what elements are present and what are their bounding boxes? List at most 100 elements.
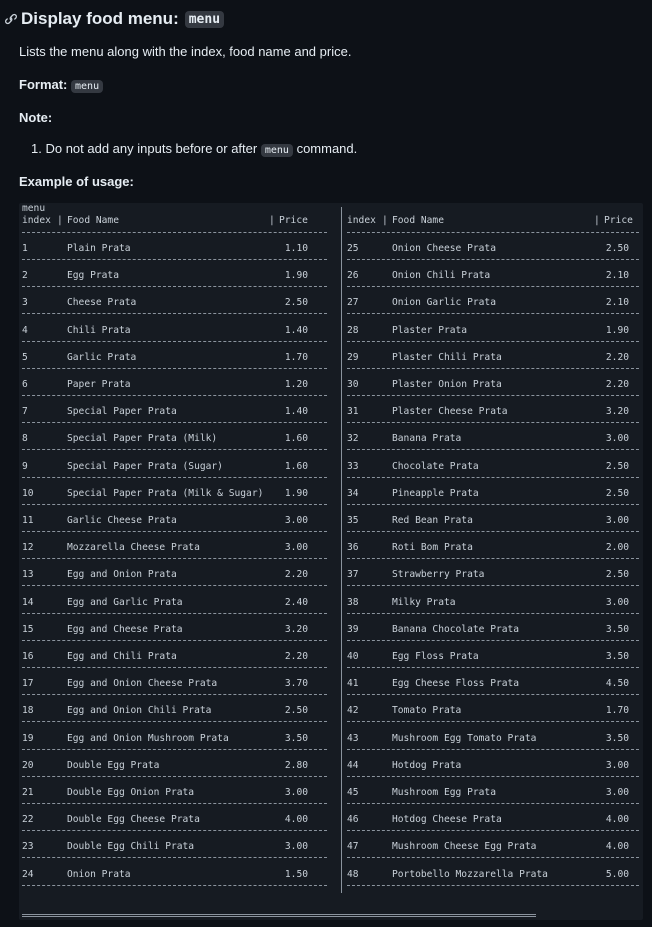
left-menu-index: 22	[22, 814, 34, 826]
left-menu-price: 1.60	[284, 433, 308, 445]
left-menu-price: 1.50	[284, 868, 308, 880]
right-menu-price: 3.00	[605, 787, 629, 798]
right-menu-food-name: Hotdog Cheese Prata	[392, 814, 502, 826]
right-menu-food-name: Mushroom Egg Tomato Prata	[392, 732, 537, 744]
note-item-text-before: Do not add any inputs before or after	[45, 141, 258, 156]
left-menu-price: 3.70	[284, 678, 308, 690]
right-menu-price: 2.50	[605, 460, 629, 472]
closing-rule	[22, 914, 536, 917]
left-menu-price: 1.90	[284, 270, 308, 282]
link-icon[interactable]	[4, 12, 18, 26]
left-row-rule	[22, 884, 327, 886]
left-menu-food-name: Egg and Cheese Prata	[67, 623, 183, 635]
format-label: Format:	[19, 77, 68, 92]
left-menu-food-name: Egg and Onion Cheese Prata	[67, 678, 218, 690]
left-menu-food-name: Garlic Cheese Prata	[67, 515, 177, 526]
left-menu-price: 2.40	[284, 596, 308, 608]
right-menu-price: 3.20	[605, 406, 629, 418]
right-row-rule	[347, 313, 639, 315]
right-row-rule	[347, 612, 639, 614]
right-menu-price: 2.10	[605, 297, 629, 309]
right-menu-price: 2.50	[605, 243, 629, 254]
example-label-text: Example of usage:	[19, 174, 134, 189]
right-row-rule	[347, 503, 639, 505]
section-heading: Display food menu: menu	[4, 7, 225, 31]
right-menu-food-name: Hotdog Prata	[392, 759, 462, 771]
right-menu-index: 46	[347, 814, 359, 826]
left-menu-index: 2	[22, 270, 28, 282]
heading-command-code: menu	[184, 10, 225, 28]
left-header-sep2: |	[269, 215, 275, 226]
right-menu-price: 2.10	[605, 270, 629, 282]
left-menu-price: 2.20	[284, 651, 308, 662]
right-menu-food-name: Plaster Chili Prata	[392, 351, 502, 363]
right-menu-price: 3.50	[605, 623, 629, 635]
right-menu-price: 2.00	[605, 542, 629, 554]
left-menu-food-name: Egg and Onion Prata	[67, 569, 177, 581]
right-menu-index: 36	[347, 542, 359, 554]
left-menu-index: 10	[22, 487, 34, 499]
left-menu-index: 4	[22, 324, 28, 336]
right-row-rule	[347, 585, 639, 587]
right-header-name: Food Name	[392, 215, 444, 226]
left-row-rule	[22, 367, 327, 369]
left-row-rule	[22, 667, 327, 668]
left-menu-index: 20	[22, 759, 34, 771]
left-menu-food-name: Egg and Chili Prata	[67, 651, 177, 662]
right-menu-index: 40	[347, 651, 359, 662]
left-row-rule	[22, 503, 327, 505]
left-menu-food-name: Egg and Onion Chili Prata	[67, 705, 212, 717]
format-code: menu	[71, 80, 104, 93]
left-menu-index: 11	[22, 515, 34, 526]
left-menu-index: 19	[22, 732, 34, 744]
right-row-rule	[347, 775, 639, 777]
right-menu-index: 48	[347, 868, 359, 880]
note-item-text-after: command.	[296, 141, 358, 156]
left-menu-food-name: Special Paper Prata (Sugar)	[67, 460, 223, 472]
left-header-sep: |	[57, 215, 63, 226]
left-row-rule	[22, 340, 327, 342]
left-menu-price: 1.90	[284, 487, 308, 499]
left-menu-food-name: Garlic Prata	[67, 351, 137, 363]
left-menu-food-name: Onion Prata	[67, 868, 131, 880]
note-item-number: 1.	[31, 141, 42, 156]
right-row-rule	[347, 639, 639, 641]
right-menu-food-name: Tomato Prata	[392, 705, 462, 717]
right-header-price: Price	[604, 215, 633, 226]
left-row-rule	[22, 286, 327, 288]
left-menu-price: 3.20	[284, 623, 308, 635]
right-row-rule	[347, 558, 639, 560]
right-menu-index: 39	[347, 623, 359, 635]
right-menu-price: 3.00	[605, 759, 629, 771]
left-menu-price: 2.80	[284, 759, 308, 771]
right-menu-food-name: Red Bean Prata	[392, 515, 473, 526]
left-menu-food-name: Plain Prata	[67, 243, 131, 254]
right-row-rule	[347, 884, 639, 886]
right-menu-food-name: Onion Garlic Prata	[392, 297, 496, 309]
right-menu-index: 47	[347, 841, 359, 853]
right-menu-index: 35	[347, 515, 359, 526]
right-row-rule	[347, 395, 639, 396]
right-menu-price: 4.50	[605, 678, 629, 690]
left-menu-index: 13	[22, 569, 34, 581]
right-header-sep: |	[382, 215, 388, 226]
right-row-rule	[347, 286, 639, 288]
right-row-rule	[347, 803, 639, 804]
right-menu-food-name: Banana Chocolate Prata	[392, 623, 520, 635]
left-menu-index: 18	[22, 705, 34, 717]
right-menu-food-name: Onion Chili Prata	[392, 270, 491, 282]
left-row-rule	[22, 775, 327, 777]
right-row-rule	[347, 367, 639, 369]
left-menu-price: 4.00	[284, 814, 308, 826]
left-menu-food-name: Cheese Prata	[67, 297, 137, 309]
left-menu-price: 1.10	[284, 243, 308, 254]
right-menu-index: 41	[347, 678, 359, 690]
right-menu-price: 4.00	[605, 841, 629, 853]
right-menu-food-name: Plaster Cheese Prata	[392, 406, 508, 418]
left-menu-index: 16	[22, 651, 34, 662]
left-menu-index: 8	[22, 433, 28, 445]
left-row-rule	[22, 830, 327, 832]
left-menu-food-name: Special Paper Prata (Milk & Sugar)	[67, 487, 264, 499]
right-menu-index: 45	[347, 787, 359, 798]
right-menu-food-name: Banana Prata	[392, 433, 462, 445]
